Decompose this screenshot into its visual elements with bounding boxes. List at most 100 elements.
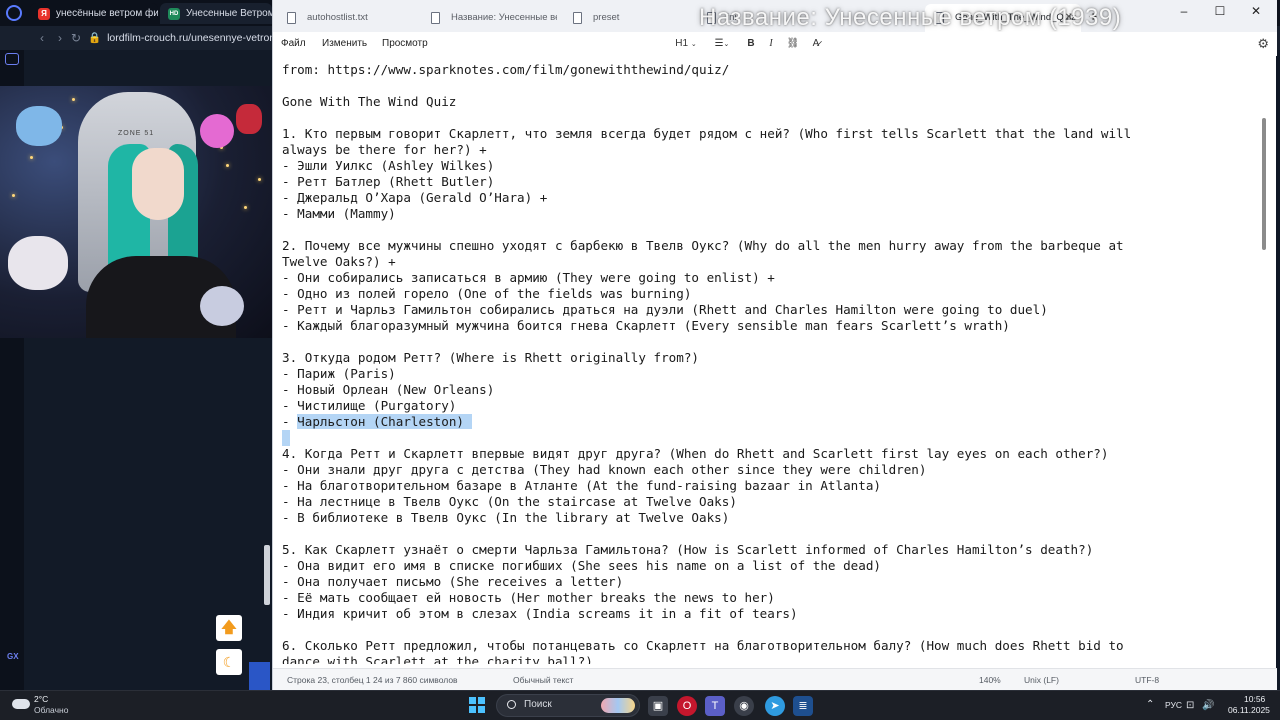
editor-line[interactable]: 3. Откуда родом Ретт? (Where is Rhett or… — [282, 350, 1242, 366]
address-bar[interactable]: 🔒 lordfilm-crouch.ru/unesennye-vetrom- — [88, 29, 288, 47]
editor-line[interactable]: - Они знали друг друга с детства (They h… — [282, 462, 1242, 478]
editor-line[interactable]: - Индия кричит об этом в слезах (India s… — [282, 606, 1242, 622]
weather-condition[interactable]: Облачно — [34, 705, 68, 715]
heading-dropdown[interactable]: H1 ⌄ — [673, 36, 699, 52]
stream-title-overlay: Название: Унесенные ветром (1939) — [699, 4, 1122, 31]
clock-date[interactable]: 06.11.2025 — [1228, 705, 1270, 715]
editor-line[interactable]: - Чарльстон (Charleston) — [282, 414, 1242, 430]
minimize-button[interactable]: – — [1169, 2, 1199, 20]
editor-line[interactable] — [282, 110, 1242, 126]
maximize-button[interactable]: ☐ — [1205, 2, 1235, 20]
taskbar-search[interactable]: Поиск — [496, 694, 640, 717]
editor-line[interactable]: Twelve Oaks?) + — [282, 254, 1242, 270]
encoding[interactable]: UTF-8 — [1135, 673, 1159, 687]
notepad-tab[interactable]: autohostlist.txt — [277, 4, 413, 32]
editor-line[interactable]: 4. Когда Ретт и Скарлетт впервые видят д… — [282, 446, 1242, 462]
editor-line[interactable]: 5. Как Скарлетт узнаёт о смерти Чарльза … — [282, 542, 1242, 558]
editor-line[interactable]: - Они собирались записаться в армию (The… — [282, 270, 1242, 286]
character-count: 24 из 7 860 символов — [373, 675, 458, 685]
plush-toy — [200, 114, 234, 148]
text-editor[interactable]: from: https://www.sparknotes.com/film/go… — [273, 56, 1269, 664]
bold-button[interactable]: B — [743, 36, 759, 52]
editor-line[interactable]: dance with Scarlett at the charity ball?… — [282, 654, 1242, 664]
editor-line[interactable] — [282, 430, 1242, 446]
editor-scrollbar[interactable] — [1262, 118, 1266, 250]
volume-icon[interactable]: 🔊 — [1202, 700, 1214, 711]
notepad-app-icon[interactable]: ≣ — [793, 696, 813, 716]
chevron-down-icon: ⌄ — [690, 41, 697, 48]
task-view-icon[interactable]: ▣ — [648, 696, 668, 716]
editor-line[interactable]: - Мамми (Mammy) — [282, 206, 1242, 222]
editor-line[interactable] — [282, 622, 1242, 638]
opera-app-icon[interactable]: O — [677, 696, 697, 716]
editor-line[interactable]: - На благотворительном базаре в Атланте … — [282, 478, 1242, 494]
editor-line[interactable] — [282, 526, 1242, 542]
telegram-app-icon[interactable]: ➤ — [765, 696, 785, 716]
editor-line[interactable]: - Её мать сообщает ей новость (Her mothe… — [282, 590, 1242, 606]
editor-line[interactable] — [282, 334, 1242, 350]
page-scrollbar[interactable] — [264, 545, 270, 605]
windows-start-icon[interactable] — [469, 697, 485, 713]
input-language[interactable]: РУС — [1165, 700, 1182, 710]
browser-tab-2[interactable]: HD Унесенные Ветром Фи — [160, 3, 272, 24]
link-icon[interactable]: ⛓ — [783, 36, 803, 52]
list-dropdown[interactable]: ☰⌄ — [709, 36, 735, 52]
editor-line[interactable] — [282, 78, 1242, 94]
cursor-position: Строка 23, столбец 1 — [287, 675, 371, 685]
obs-app-icon[interactable]: ◉ — [734, 696, 754, 716]
italic-button[interactable]: I — [763, 36, 779, 52]
settings-gear-icon[interactable]: ⚙ — [1257, 36, 1269, 52]
notepad-tab[interactable]: Название: Унесенные ветром — [421, 4, 557, 32]
line-ending[interactable]: Unix (LF) — [1024, 673, 1059, 687]
editor-line[interactable]: 6. Сколько Ретт предложил, чтобы потанце… — [282, 638, 1242, 654]
editor-line[interactable]: - Ретт и Чарльз Гамильтон собирались дра… — [282, 302, 1242, 318]
editor-line[interactable]: - На лестнице в Твелв Оукс (On the stair… — [282, 494, 1242, 510]
network-icon[interactable]: ⊡ — [1186, 700, 1194, 711]
menu-view[interactable]: Просмотр — [382, 35, 428, 53]
editor-line[interactable]: - Джеральд О’Хара (Gerald O’Hara) + — [282, 190, 1242, 206]
menu-file[interactable]: Файл — [281, 35, 306, 53]
scroll-to-top-button[interactable]: 🡅 — [216, 615, 242, 641]
weather-temperature[interactable]: 2°C — [34, 694, 48, 704]
editor-line[interactable]: - Эшли Уилкс (Ashley Wilkes) — [282, 158, 1242, 174]
chevron-up-icon[interactable]: ⌃ — [1146, 699, 1154, 710]
editor-line[interactable]: - Она получает письмо (She receives a le… — [282, 574, 1242, 590]
back-icon[interactable]: ‹ — [34, 30, 50, 46]
editor-line[interactable]: always be there for her?) + — [282, 142, 1242, 158]
hd-favicon-icon: HD — [168, 8, 180, 20]
close-button[interactable]: ✕ — [1241, 2, 1271, 20]
editor-line[interactable]: - Одно из полей горело (One of the field… — [282, 286, 1242, 302]
editor-line[interactable]: Gone With The Wind Quiz — [282, 94, 1242, 110]
browser-tab-1[interactable]: Я унесённые ветром филь — [30, 3, 158, 24]
clock-time[interactable]: 10:56 — [1244, 694, 1265, 704]
notepad-menubar: Файл Изменить Просмотр H1 ⌄ ☰⌄ B I ⛓ A̷ … — [273, 32, 1277, 56]
menu-edit[interactable]: Изменить — [322, 35, 367, 53]
forward-icon[interactable]: › — [52, 30, 68, 46]
sidebar-messenger-icon[interactable] — [5, 53, 19, 65]
clear-format-icon[interactable]: A̷ — [807, 36, 825, 52]
editor-line[interactable]: - Ретт Батлер (Rhett Butler) — [282, 174, 1242, 190]
file-icon — [573, 12, 582, 24]
gx-icon[interactable]: GX — [7, 652, 19, 661]
editor-line[interactable]: - Париж (Paris) — [282, 366, 1242, 382]
zoom-level[interactable]: 140% — [979, 673, 1001, 687]
editor-line[interactable]: - В библиотеке в Твелв Оукс (In the libr… — [282, 510, 1242, 526]
opera-logo-icon[interactable] — [6, 5, 22, 21]
reload-icon[interactable]: ↻ — [68, 30, 84, 46]
editor-line[interactable]: - Она видит его имя в списке погибших (S… — [282, 558, 1242, 574]
editor-lines: from: https://www.sparknotes.com/film/go… — [282, 62, 1242, 664]
editor-line[interactable]: - Чистилище (Purgatory) — [282, 398, 1242, 414]
notepad-tab[interactable]: preset — [563, 4, 693, 32]
editor-line[interactable]: - Каждый благоразумный мужчина боится гн… — [282, 318, 1242, 334]
editor-line[interactable]: 2. Почему все мужчины спешно уходят с ба… — [282, 238, 1242, 254]
text-mode[interactable]: Обычный текст — [513, 673, 573, 687]
taskbar: 2°C Облачно Поиск ▣ O T ◉ ➤ ≣ ⌃ РУС ⊡ 🔊 … — [0, 690, 1280, 720]
editor-line[interactable] — [282, 222, 1242, 238]
teams-app-icon[interactable]: T — [705, 696, 725, 716]
editor-line[interactable]: from: https://www.sparknotes.com/film/go… — [282, 62, 1242, 78]
selected-text[interactable]: Чарльстон (Charleston) — [297, 414, 472, 429]
editor-line[interactable]: 1. Кто первым говорит Скарлетт, что земл… — [282, 126, 1242, 142]
cloud-icon[interactable] — [12, 699, 30, 709]
editor-line[interactable]: - Новый Орлеан (New Orleans) — [282, 382, 1242, 398]
dark-mode-toggle[interactable]: ☾ — [216, 649, 242, 675]
